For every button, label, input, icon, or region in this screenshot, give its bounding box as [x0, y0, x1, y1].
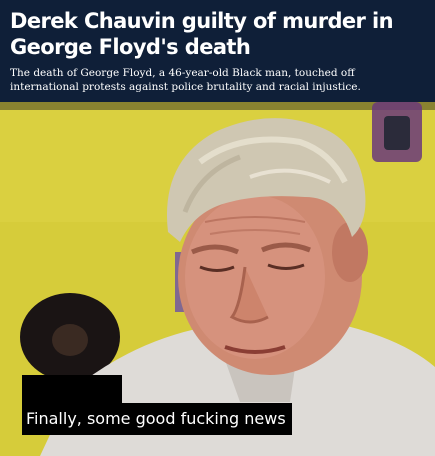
subtitle-box-tab	[22, 375, 122, 405]
subtitle-caption: Finally, some good fucking news	[22, 403, 292, 435]
headline: Derek Chauvin guilty of murder in George…	[10, 9, 394, 59]
meme-image: Derek Chauvin guilty of murder in George…	[0, 0, 435, 456]
news-header: Derek Chauvin guilty of murder in George…	[0, 0, 435, 102]
subheadline: The death of George Floyd, a 46-year-old…	[10, 67, 361, 93]
